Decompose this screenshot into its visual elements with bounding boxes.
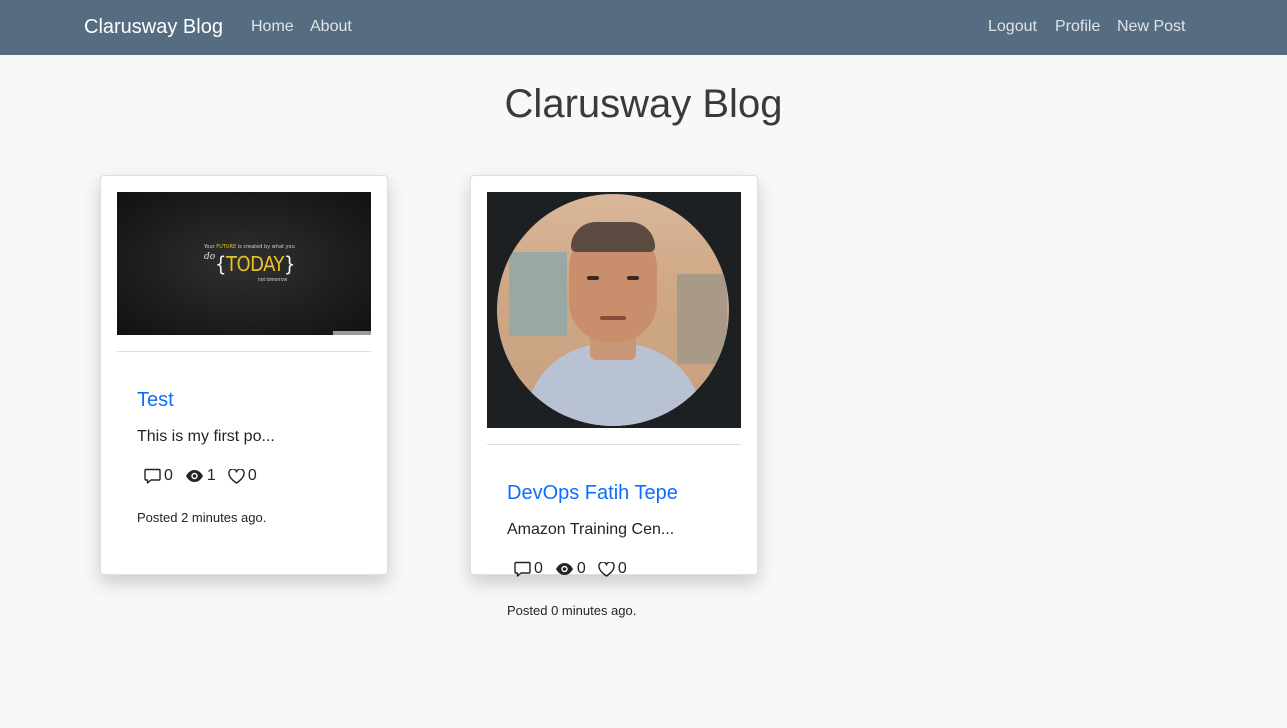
page-title: Clarusway Blog <box>504 82 783 126</box>
image-text-line3: not tomorrow <box>258 277 288 283</box>
eye-icon <box>555 563 573 575</box>
image-bar <box>333 331 371 335</box>
portrait-photo <box>497 194 729 426</box>
post-image[interactable] <box>487 192 741 428</box>
view-count: 1 <box>185 467 216 485</box>
navbar-brand[interactable]: Clarusway Blog <box>84 15 223 39</box>
chat-icon <box>514 561 531 577</box>
like-count[interactable]: 0 <box>228 467 257 485</box>
post-stats: 0 1 0 <box>144 466 269 486</box>
image-text-line1: Your FUTURE is created by what you <box>204 244 295 250</box>
card-divider <box>487 444 741 445</box>
card-divider <box>117 351 371 352</box>
image-text-do: do <box>204 252 216 262</box>
like-count[interactable]: 0 <box>598 560 627 578</box>
comment-count: 0 <box>514 560 543 578</box>
view-count: 0 <box>555 560 586 578</box>
nav-link-profile[interactable]: Profile <box>1055 17 1100 37</box>
post-card: Your FUTURE is created by what you do {T… <box>100 175 388 575</box>
eye-icon <box>185 470 203 482</box>
post-stats: 0 0 0 <box>514 559 639 579</box>
nav-link-home[interactable]: Home <box>251 17 294 37</box>
post-title-link[interactable]: Test <box>137 388 174 412</box>
nav-link-new-post[interactable]: New Post <box>1117 17 1185 37</box>
post-image[interactable]: Your FUTURE is created by what you do {T… <box>117 192 371 335</box>
post-excerpt: This is my first po... <box>137 428 275 445</box>
nav-link-logout[interactable]: Logout <box>988 17 1037 37</box>
comment-count: 0 <box>144 467 173 485</box>
image-text-today: {TODAY} <box>215 252 295 276</box>
posted-time: Posted 0 minutes ago. <box>507 603 637 618</box>
post-card: DevOps Fatih Tepe Amazon Training Cen...… <box>470 175 758 618</box>
post-title-link[interactable]: DevOps Fatih Tepe <box>507 481 678 505</box>
chat-icon <box>144 468 161 484</box>
heart-icon[interactable] <box>598 561 615 577</box>
heart-icon[interactable] <box>228 468 245 484</box>
nav-link-about[interactable]: About <box>310 17 352 37</box>
post-excerpt: Amazon Training Cen... <box>507 521 675 538</box>
posted-time: Posted 2 minutes ago. <box>137 510 267 525</box>
navbar: Clarusway Blog Home About Logout Profile… <box>0 0 1287 55</box>
